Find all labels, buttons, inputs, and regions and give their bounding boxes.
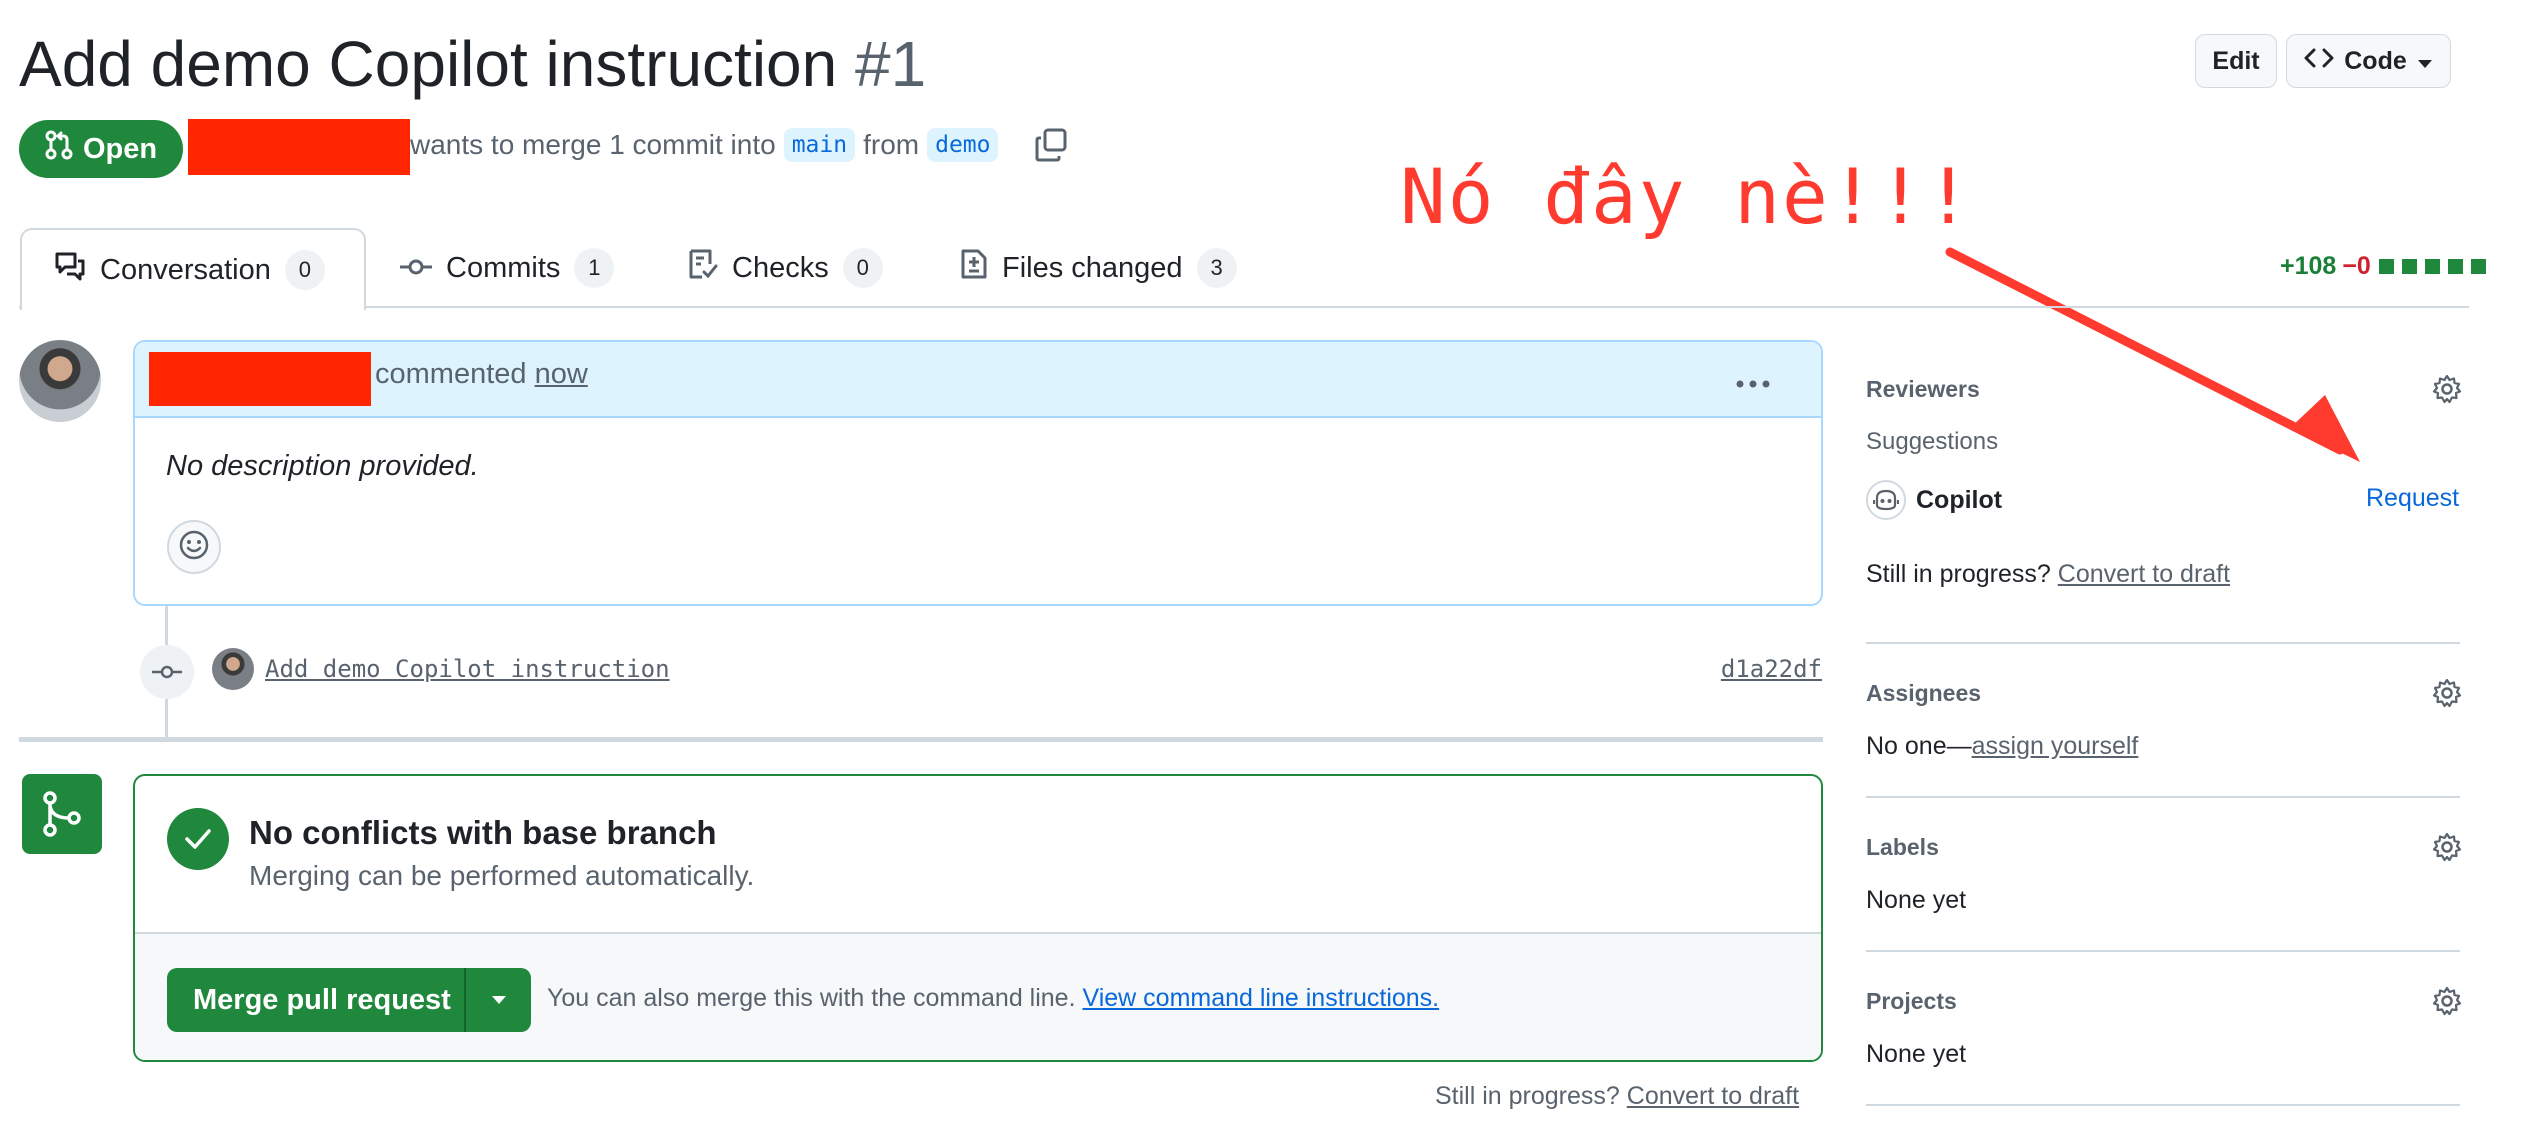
head-branch[interactable]: demo [927, 128, 999, 162]
gear-icon[interactable] [2432, 678, 2462, 713]
sidebar-divider [1866, 950, 2460, 952]
git-commit-icon [140, 645, 194, 699]
assignees-none: No one— [1866, 732, 1972, 760]
diff-block [2378, 259, 2394, 274]
convert-to-draft-link[interactable]: Convert to draft [2058, 560, 2230, 588]
smiley-icon [178, 529, 210, 566]
gear-icon[interactable] [2432, 374, 2462, 409]
git-merge-icon [22, 774, 102, 854]
diff-block [2424, 259, 2440, 274]
tab-label: Files changed [1002, 251, 1183, 284]
tab-conversation[interactable]: Conversation 0 [20, 228, 366, 310]
redacted-commenter [149, 352, 371, 406]
draft-prompt-text: Still in progress? [1866, 560, 2051, 588]
assignees-heading: Assignees [1866, 680, 1982, 706]
reviewers-suggestions-label: Suggestions [1866, 428, 1999, 455]
merge-pull-request-button[interactable]: Merge pull request [167, 968, 531, 1032]
author-avatar[interactable] [19, 340, 101, 422]
kebab-horizontal-icon[interactable] [1735, 360, 1771, 397]
comment-box: commented now No description provided. [133, 340, 1823, 606]
diff-block [2401, 259, 2417, 274]
pr-number: #1 [855, 28, 927, 100]
comment-header: commented now [135, 342, 1821, 418]
reviewers-heading: Reviewers [1866, 376, 1980, 402]
merge-summary: wants to merge 1 commit into main from d… [410, 128, 999, 162]
tab-files-changed[interactable]: Files changed 3 [960, 228, 1237, 308]
from-text: from [863, 129, 920, 160]
convert-to-draft-link[interactable]: Convert to draft [1627, 1082, 1799, 1110]
request-review-link[interactable]: Request [2366, 484, 2459, 513]
code-icon [2304, 47, 2334, 76]
comment-action: commented [375, 358, 527, 390]
merge-status-title: No conflicts with base branch [249, 814, 717, 851]
comment-body: No description provided. [166, 450, 479, 482]
copilot-icon [1866, 480, 1906, 520]
diff-block [2447, 259, 2463, 274]
git-commit-icon [400, 252, 432, 285]
merge-hint-text: You can also merge this with the command… [547, 984, 1076, 1012]
sidebar-divider [1866, 796, 2460, 798]
tabs-divider [19, 306, 2469, 308]
caret-down-icon [2417, 47, 2433, 76]
redacted-author [188, 119, 410, 175]
tab-count: 0 [284, 250, 325, 290]
annotation-text: Nó đây nè!!! [1400, 152, 1974, 241]
pull-request-icon [45, 130, 73, 168]
file-diff-icon [960, 248, 988, 288]
suggested-reviewer-name: Copilot [1916, 486, 2003, 514]
tab-count: 1 [574, 248, 615, 288]
state-label: Open [82, 132, 158, 165]
command-line-instructions-link[interactable]: View command line instructions. [1082, 984, 1439, 1012]
merge-text: wants to merge 1 commit into [410, 129, 776, 160]
gear-icon[interactable] [2432, 832, 2462, 867]
merge-method-dropdown[interactable] [466, 968, 531, 1032]
merge-box: No conflicts with base branch Merging ca… [133, 774, 1823, 1062]
commit-message-link[interactable]: Add demo Copilot instruction [265, 655, 670, 683]
merge-status-subtitle: Merging can be performed automatically. [249, 860, 755, 891]
diff-block [2470, 259, 2486, 274]
labels-heading: Labels [1866, 834, 1939, 860]
draft-prompt-bottom: Still in progress? Convert to draft [1435, 1082, 1799, 1111]
comment-meta: commented now [375, 358, 588, 391]
projects-value: None yet [1866, 1040, 1967, 1068]
sidebar-divider [1866, 1104, 2460, 1106]
comment-discussion-icon [54, 251, 86, 289]
copy-icon[interactable] [1035, 128, 1069, 167]
labels-value: None yet [1866, 886, 1967, 914]
merge-footer: Merge pull request You can also merge th… [135, 932, 1821, 1060]
tab-label: Checks [732, 251, 829, 284]
assignees-value: No one—assign yourself [1866, 732, 2138, 761]
draft-prompt-text: Still in progress? [1435, 1082, 1620, 1110]
timeline-end-divider [19, 737, 1823, 742]
gear-icon[interactable] [2432, 986, 2462, 1021]
code-button-label: Code [2344, 46, 2407, 75]
tab-label: Commits [446, 251, 561, 284]
state-badge-open: Open [19, 120, 183, 178]
add-reaction-button[interactable] [167, 520, 221, 574]
commit-sha-link[interactable]: d1a22df [1710, 655, 1822, 683]
tab-checks[interactable]: Checks 0 [688, 228, 883, 308]
code-button[interactable]: Code [2286, 34, 2451, 88]
assign-yourself-link[interactable]: assign yourself [1972, 732, 2139, 760]
projects-heading: Projects [1866, 988, 1957, 1014]
draft-prompt-sidebar: Still in progress? Convert to draft [1866, 560, 2230, 589]
checklist-icon [688, 248, 718, 288]
check-circle-icon [167, 808, 229, 870]
merge-button-label: Merge pull request [193, 983, 451, 1016]
merge-hint: You can also merge this with the command… [547, 984, 1439, 1013]
base-branch[interactable]: main [783, 128, 856, 162]
commit-author-avatar[interactable] [212, 648, 254, 690]
diff-deletions: −0 [2342, 252, 2371, 280]
diff-additions: +108 [2280, 252, 2337, 280]
diffstat: +108 −0 [2280, 252, 2486, 281]
tab-label: Conversation [100, 253, 271, 286]
tab-commits[interactable]: Commits 1 [400, 228, 615, 308]
edit-button[interactable]: Edit [2195, 34, 2277, 88]
comment-time[interactable]: now [535, 358, 588, 390]
tab-count: 3 [1196, 248, 1237, 288]
pr-title: Add demo Copilot instruction #1 [19, 26, 926, 102]
sidebar-divider [1866, 642, 2460, 644]
tab-count: 0 [842, 248, 883, 288]
pr-title-text: Add demo Copilot instruction [19, 28, 838, 100]
